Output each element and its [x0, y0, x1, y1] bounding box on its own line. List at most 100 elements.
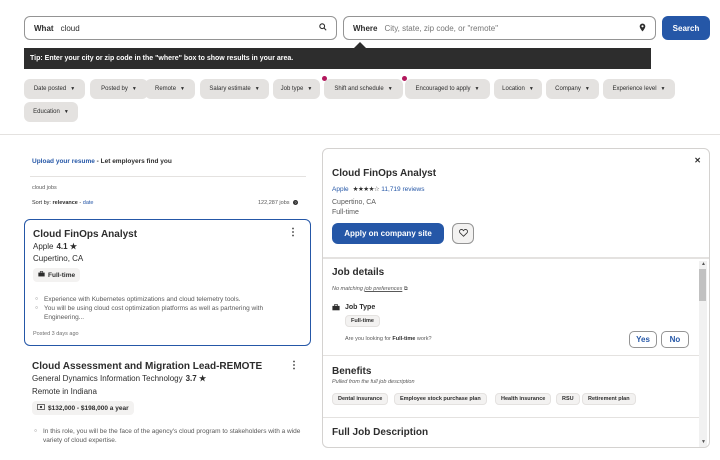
- filter-encouraged-to-apply[interactable]: Encouraged to apply ▼: [405, 79, 490, 99]
- chevron-down-icon: ▼: [474, 86, 480, 92]
- job-title[interactable]: Cloud Assessment and Migration Lead-REMO…: [32, 361, 262, 372]
- full-description-heading: Full Job Description: [332, 427, 429, 438]
- chevron-down-icon: ▼: [180, 86, 185, 92]
- filter-job-type[interactable]: Job type ▼: [273, 79, 320, 99]
- search-icon: [319, 23, 327, 33]
- scroll-up-icon[interactable]: ▲: [701, 261, 706, 267]
- more-options-icon[interactable]: ⋮: [289, 360, 299, 371]
- sort-relevance[interactable]: relevance: [52, 200, 77, 206]
- close-icon[interactable]: ✕: [694, 156, 701, 165]
- job-preferences-link[interactable]: job preferences: [364, 286, 402, 292]
- filter-notification-dot: [402, 76, 407, 81]
- sort-by: Sort by: relevance - date: [32, 200, 94, 206]
- filter-location[interactable]: Location ▼: [494, 79, 542, 99]
- chevron-down-icon: ▼: [70, 86, 76, 92]
- job-detail-pane: ✕ Cloud FinOps Analyst Apple ★★★★☆ 11,719 …: [322, 148, 710, 448]
- heart-icon: [458, 228, 468, 239]
- no-button[interactable]: No: [661, 331, 689, 348]
- job-location: Remote in Indiana: [32, 387, 97, 396]
- company-name: General Dynamics Information Technology 3…: [32, 374, 207, 383]
- detail-company-link[interactable]: Apple: [332, 186, 349, 193]
- detail-location: Cupertino, CA: [332, 199, 376, 206]
- divider: [30, 176, 306, 177]
- benefit-pill: Employee stock purchase plan: [394, 393, 487, 405]
- job-card[interactable]: Cloud Assessment and Migration Lead-REMO…: [24, 356, 311, 456]
- snippet-line: You will be using cloud cost optimizatio…: [35, 304, 303, 322]
- job-card[interactable]: Cloud FinOps Analyst ⋮ Apple 4.1 ★ Cupert…: [24, 219, 311, 346]
- chevron-down-icon: ▼: [254, 86, 260, 92]
- job-title[interactable]: Cloud FinOps Analyst: [33, 229, 137, 240]
- detail-divider: [323, 257, 709, 259]
- more-options-icon[interactable]: ⋮: [288, 227, 298, 238]
- snippet-line: In this role, you will be the face of th…: [34, 427, 302, 445]
- job-snippet: Experience with Kubernetes optimizations…: [35, 295, 303, 322]
- job-type-label: Job Type: [345, 304, 376, 311]
- benefit-pill: Dental insurance: [332, 393, 389, 405]
- job-count: 122,287 jobs ?: [258, 200, 299, 206]
- external-link-icon: ⧉: [403, 286, 408, 292]
- sort-date-link[interactable]: date: [83, 200, 94, 206]
- snippet-line: Experience with Kubernetes optimizations…: [35, 295, 303, 304]
- chevron-down-icon: ▼: [387, 86, 393, 92]
- filter-posted-by[interactable]: Posted by ▼: [90, 79, 148, 99]
- chevron-down-icon: ▼: [63, 109, 69, 115]
- breadcrumb[interactable]: cloud jobs: [32, 185, 57, 191]
- job-type-tag: Full-time: [33, 268, 81, 282]
- benefits-subtitle: Pulled from the full job description: [332, 379, 415, 385]
- company-rating: 4.1 ★: [56, 242, 77, 251]
- where-search-field[interactable]: Where City, state, zip code, or "remote": [343, 16, 656, 40]
- company-name: Apple 4.1 ★: [33, 242, 77, 251]
- what-input[interactable]: cloud: [61, 24, 80, 33]
- filters-divider: [0, 134, 720, 135]
- detail-job-type: Full-time: [332, 209, 359, 216]
- briefcase-icon: [38, 271, 45, 279]
- divider: [323, 417, 703, 418]
- upload-resume-row: Upload your resume - Let employers find …: [32, 158, 172, 165]
- filter-education[interactable]: Education ▼: [24, 102, 78, 122]
- where-label: Where: [353, 23, 378, 33]
- filter-shift-and-schedule[interactable]: Shift and schedule ▼: [324, 79, 403, 99]
- chevron-down-icon: ▼: [660, 86, 666, 92]
- yes-button[interactable]: Yes: [629, 331, 657, 348]
- briefcase-icon: [332, 304, 340, 313]
- benefit-pill: RSU: [556, 393, 580, 405]
- divider: [323, 355, 703, 356]
- reviews-link[interactable]: 11,719 reviews: [381, 186, 424, 193]
- job-type-question: Are you looking for Full-time work?: [345, 336, 432, 342]
- chevron-down-icon: ▼: [307, 86, 313, 92]
- chevron-down-icon: ▼: [528, 86, 534, 92]
- chevron-down-icon: ▼: [584, 86, 590, 92]
- benefits-heading: Benefits: [332, 366, 372, 377]
- detail-company: Apple ★★★★☆ 11,719 reviews: [332, 185, 425, 193]
- job-location: Cupertino, CA: [33, 254, 84, 263]
- filter-experience-level[interactable]: Experience level ▼: [603, 79, 675, 99]
- filter-salary-estimate[interactable]: Salary estimate ▼: [200, 79, 269, 99]
- job-details-heading: Job details: [332, 267, 385, 278]
- apply-on-company-site-button[interactable]: Apply on company site: [332, 223, 444, 244]
- save-job-button[interactable]: [452, 223, 474, 244]
- info-icon[interactable]: ?: [293, 200, 299, 205]
- posted-date: Posted 3 days ago: [33, 331, 79, 337]
- search-button[interactable]: Search: [662, 16, 710, 40]
- company-rating: 3.7 ★: [185, 374, 207, 383]
- scroll-down-icon[interactable]: ▼: [701, 439, 706, 445]
- job-type-pill: Full-time: [345, 315, 380, 327]
- filter-remote[interactable]: Remote ▼: [145, 79, 195, 99]
- upload-resume-link[interactable]: Upload your resume: [32, 158, 95, 165]
- scrollbar-thumb[interactable]: [699, 269, 706, 301]
- what-label: What: [34, 23, 54, 33]
- salary-tag: $132,000 - $198,000 a year: [32, 401, 134, 415]
- filter-notification-dot: [322, 76, 327, 81]
- money-icon: [37, 404, 45, 412]
- chevron-down-icon: ▼: [131, 86, 137, 92]
- what-search-field[interactable]: What cloud: [24, 16, 337, 40]
- location-pin-icon: [639, 23, 646, 34]
- filter-company[interactable]: Company ▼: [546, 79, 599, 99]
- location-tip: Tip: Enter your city or zip code in the …: [24, 48, 651, 69]
- benefit-pill: Retirement plan: [582, 393, 636, 405]
- detail-job-title: Cloud FinOps Analyst: [332, 168, 437, 179]
- star-rating-icon: ★★★★☆: [352, 186, 380, 193]
- benefit-pill: Health insurance: [495, 393, 552, 405]
- filter-date-posted[interactable]: Date posted ▼: [24, 79, 85, 99]
- where-input[interactable]: City, state, zip code, or "remote": [384, 24, 498, 33]
